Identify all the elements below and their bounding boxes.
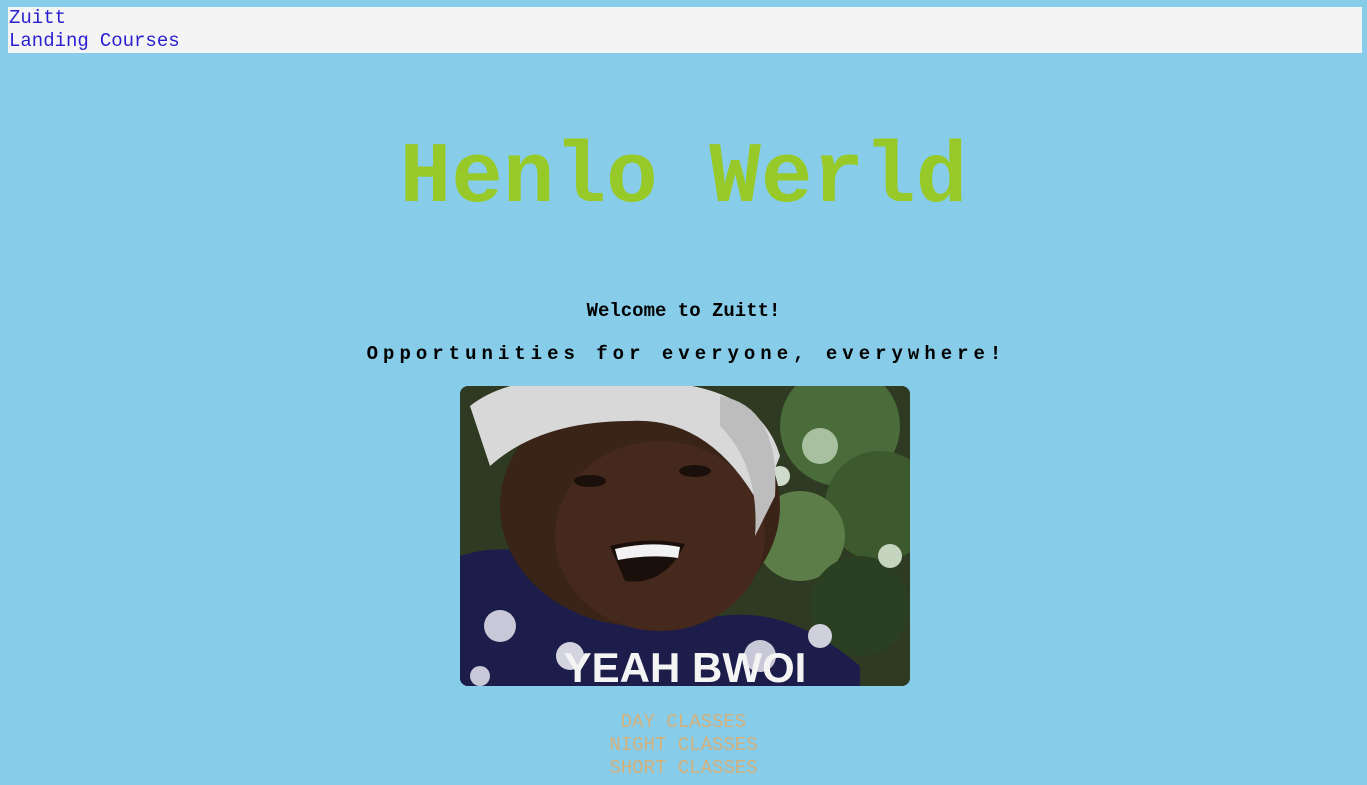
brand-link[interactable]: Zuitt: [8, 7, 1362, 30]
list-item-night-classes: NIGHT CLASSES: [609, 734, 758, 756]
meme-image: YEAH BWOI: [460, 386, 910, 686]
nav-link-courses[interactable]: Courses: [100, 30, 180, 52]
nav-link-landing[interactable]: Landing: [9, 30, 89, 52]
list-item-day-classes: DAY CLASSES: [620, 711, 747, 733]
nav-links: Landing Courses: [8, 30, 1362, 53]
welcome-heading: Welcome to Zuitt!: [586, 300, 781, 322]
navbar: Zuitt Landing Courses: [8, 7, 1362, 53]
tagline-heading: Opportunities for everyone, everywhere!: [366, 343, 1007, 365]
list-item-short-classes: SHORT CLASSES: [609, 757, 758, 779]
hero-title: Henlo Werld: [399, 129, 968, 227]
classes-list: DAY CLASSES NIGHT CLASSES SHORT CLASSES: [0, 711, 1367, 780]
meme-caption: YEAH BWOI: [564, 644, 807, 686]
